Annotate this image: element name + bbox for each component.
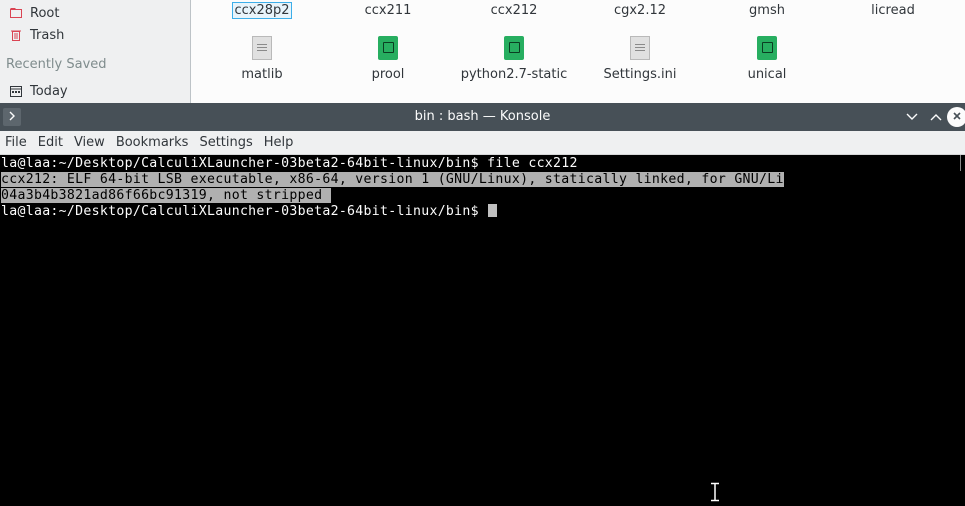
file-item[interactable]: unical bbox=[707, 67, 827, 82]
trash-icon bbox=[10, 29, 22, 41]
sidebar-item-root[interactable]: Root bbox=[10, 3, 59, 23]
sidebar-item-label: Today bbox=[30, 83, 68, 99]
menu-view[interactable]: View bbox=[69, 131, 111, 155]
konsole-menubar: File Edit View Bookmarks Settings Help bbox=[0, 131, 965, 155]
file-item[interactable]: licread bbox=[833, 3, 953, 18]
menu-settings[interactable]: Settings bbox=[194, 131, 258, 155]
chevron-down-icon bbox=[906, 110, 918, 124]
file-manager-window: Root Trash Recently Saved Today ccx28p2 … bbox=[0, 0, 965, 103]
maximize-button[interactable] bbox=[926, 107, 946, 127]
terminal-line-command: la@laa:~/Desktop/CalculiXLauncher-03beta… bbox=[1, 156, 578, 171]
file-item[interactable]: gmsh bbox=[707, 3, 827, 18]
terminal-line-output: 04a3b4b3821ad86f66bc91319, not stripped bbox=[1, 188, 331, 204]
executable-file-icon[interactable] bbox=[504, 36, 524, 60]
minimize-button[interactable] bbox=[902, 107, 922, 127]
scrollbar[interactable] bbox=[960, 155, 965, 171]
calendar-icon bbox=[10, 85, 22, 97]
file-name: cgx2.12 bbox=[613, 3, 667, 18]
executable-file-icon[interactable] bbox=[378, 36, 398, 60]
file-item[interactable]: prool bbox=[328, 67, 448, 82]
terminal-line-output: ccx212: ELF 64-bit LSB executable, x86-6… bbox=[1, 172, 784, 188]
text-cursor bbox=[488, 204, 498, 217]
executable-file-icon[interactable] bbox=[757, 36, 777, 60]
selected-text: 04a3b4b3821ad86f66bc91319, not stripped bbox=[1, 188, 331, 203]
window-title: bin : bash — Konsole bbox=[414, 109, 551, 124]
menu-help[interactable]: Help bbox=[259, 131, 300, 155]
file-item[interactable]: python2.7-static bbox=[454, 67, 574, 82]
file-name: gmsh bbox=[749, 3, 785, 18]
terminal-area[interactable]: la@laa:~/Desktop/CalculiXLauncher-03beta… bbox=[0, 155, 965, 506]
file-item[interactable]: ccx212 bbox=[454, 3, 574, 18]
file-name: Settings.ini bbox=[603, 67, 677, 82]
file-grid: ccx28p2 ccx211 ccx212 cgx2.12 gmsh licre… bbox=[192, 0, 965, 103]
file-name: ccx211 bbox=[364, 3, 412, 18]
selected-text: ccx212: ELF 64-bit LSB executable, x86-6… bbox=[1, 172, 784, 187]
sidebar-item-label: Root bbox=[30, 5, 60, 21]
file-name: prool bbox=[371, 67, 405, 82]
recently-saved-heading: Recently Saved bbox=[6, 57, 107, 72]
file-item[interactable]: cgx2.12 bbox=[580, 3, 700, 18]
file-name: unical bbox=[747, 67, 787, 82]
prompt-text: la@laa:~/Desktop/CalculiXLauncher-03beta… bbox=[1, 204, 488, 219]
close-icon bbox=[952, 110, 962, 124]
konsole-titlebar[interactable]: bin : bash — Konsole bbox=[0, 103, 965, 131]
menu-bookmarks[interactable]: Bookmarks bbox=[111, 131, 195, 155]
file-item[interactable]: Settings.ini bbox=[580, 67, 700, 82]
menu-edit[interactable]: Edit bbox=[33, 131, 69, 155]
text-file-icon[interactable] bbox=[630, 36, 650, 60]
root-folder-icon bbox=[10, 7, 22, 19]
sidebar-item-today[interactable]: Today bbox=[10, 81, 68, 101]
file-name: python2.7-static bbox=[460, 67, 568, 82]
file-item[interactable]: ccx28p2 bbox=[202, 2, 322, 19]
file-item[interactable]: matlib bbox=[202, 67, 322, 82]
file-item[interactable]: ccx211 bbox=[328, 3, 448, 18]
chevron-up-icon bbox=[930, 110, 942, 124]
file-name: ccx28p2 bbox=[232, 2, 292, 19]
file-name: matlib bbox=[241, 67, 283, 82]
places-sidebar: Root Trash Recently Saved Today bbox=[0, 0, 191, 103]
sidebar-item-trash[interactable]: Trash bbox=[10, 25, 64, 45]
terminal-line-prompt: la@laa:~/Desktop/CalculiXLauncher-03beta… bbox=[1, 204, 498, 220]
file-name: licread bbox=[871, 3, 915, 18]
close-button[interactable] bbox=[947, 107, 965, 127]
menu-file[interactable]: File bbox=[0, 131, 33, 155]
ibeam-cursor-icon bbox=[709, 482, 721, 502]
text-file-icon[interactable] bbox=[252, 36, 272, 60]
file-name: ccx212 bbox=[490, 3, 538, 18]
sidebar-item-label: Trash bbox=[30, 27, 65, 43]
